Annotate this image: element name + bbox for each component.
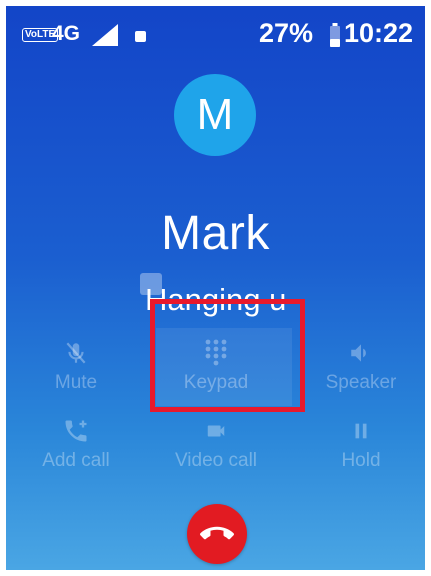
- video-call-button[interactable]: Video call: [156, 414, 276, 472]
- avatar-letter: M: [196, 90, 234, 139]
- add-call-icon: [65, 420, 87, 442]
- hold-button[interactable]: Hold: [301, 414, 421, 472]
- network-type: 4G: [52, 22, 81, 45]
- pause-icon: [355, 423, 367, 439]
- video-call-label: Video call: [174, 450, 258, 471]
- status-bar: VoLTE 4G 27% 10:22: [6, 6, 425, 54]
- end-call-icon: [200, 526, 234, 540]
- add-call-label: Add call: [42, 450, 110, 471]
- speaker-icon: [351, 344, 366, 362]
- in-call-screen: VoLTE 4G 27% 10:22 M Mark Hanging u Mute: [6, 6, 425, 570]
- caller-name: Mark: [161, 207, 270, 260]
- sim-notification-icon: [135, 31, 146, 42]
- add-call-button[interactable]: Add call: [16, 414, 136, 472]
- keypad-highlight-box: [150, 299, 305, 412]
- end-call-button[interactable]: [187, 504, 247, 564]
- mute-label: Mute: [54, 372, 98, 393]
- mute-button[interactable]: Mute: [16, 336, 136, 394]
- clock: 10:22: [344, 18, 414, 48]
- hold-label: Hold: [341, 450, 381, 471]
- signal-icon: [92, 24, 118, 46]
- microphone-off-icon: [66, 342, 86, 364]
- battery-icon: [330, 23, 340, 47]
- contact-avatar: M: [174, 74, 256, 156]
- video-camera-icon: [207, 425, 225, 437]
- speaker-button[interactable]: Speaker: [301, 336, 421, 394]
- battery-percent: 27%: [259, 18, 314, 48]
- speaker-label: Speaker: [325, 372, 397, 393]
